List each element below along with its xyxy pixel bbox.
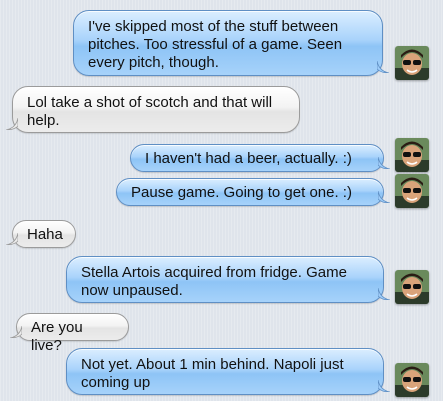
bubble-tail-icon [378,157,390,169]
user-avatar-icon [395,363,429,397]
message-text: I haven't had a beer, actually. :) [145,150,352,167]
bubble-tail-icon [6,233,18,245]
message-bubble-outgoing[interactable]: Not yet. About 1 min behind. Napoli just… [66,348,390,395]
message-text: Lol take a shot of scotch and that will … [27,94,273,129]
message-text: Not yet. About 1 min behind. Napoli just… [81,356,344,391]
user-avatar-icon [395,174,429,208]
bubble-tail-icon [378,191,390,203]
message-bubble-outgoing[interactable]: I've skipped most of the stuff between p… [73,10,389,76]
message-text: I've skipped most of the stuff between p… [88,18,343,71]
message-text: Stella Artois acquired from fridge. Game… [81,264,347,299]
message-bubble-outgoing[interactable]: Stella Artois acquired from fridge. Game… [66,256,390,303]
bubble-tail-icon [10,326,22,338]
message-bubble-outgoing[interactable]: I haven't had a beer, actually. :) [130,144,390,172]
message-thread: I've skipped most of the stuff between p… [0,0,443,401]
bubble-tail-icon [378,380,390,392]
message-bubble-incoming[interactable]: Haha [6,220,76,248]
message-bubble-outgoing[interactable]: Pause game. Going to get one. :) [116,178,390,206]
bubble-tail-icon [377,61,389,73]
message-text: Haha [27,226,63,243]
user-avatar-icon [395,138,429,172]
message-bubble-incoming[interactable]: Are you live? [10,313,129,354]
message-text: Pause game. Going to get one. :) [131,184,352,201]
user-avatar-icon [395,46,429,80]
message-bubble-incoming[interactable]: Lol take a shot of scotch and that will … [6,86,300,133]
bubble-tail-icon [6,118,18,130]
user-avatar-icon [395,270,429,304]
bubble-tail-icon [378,288,390,300]
